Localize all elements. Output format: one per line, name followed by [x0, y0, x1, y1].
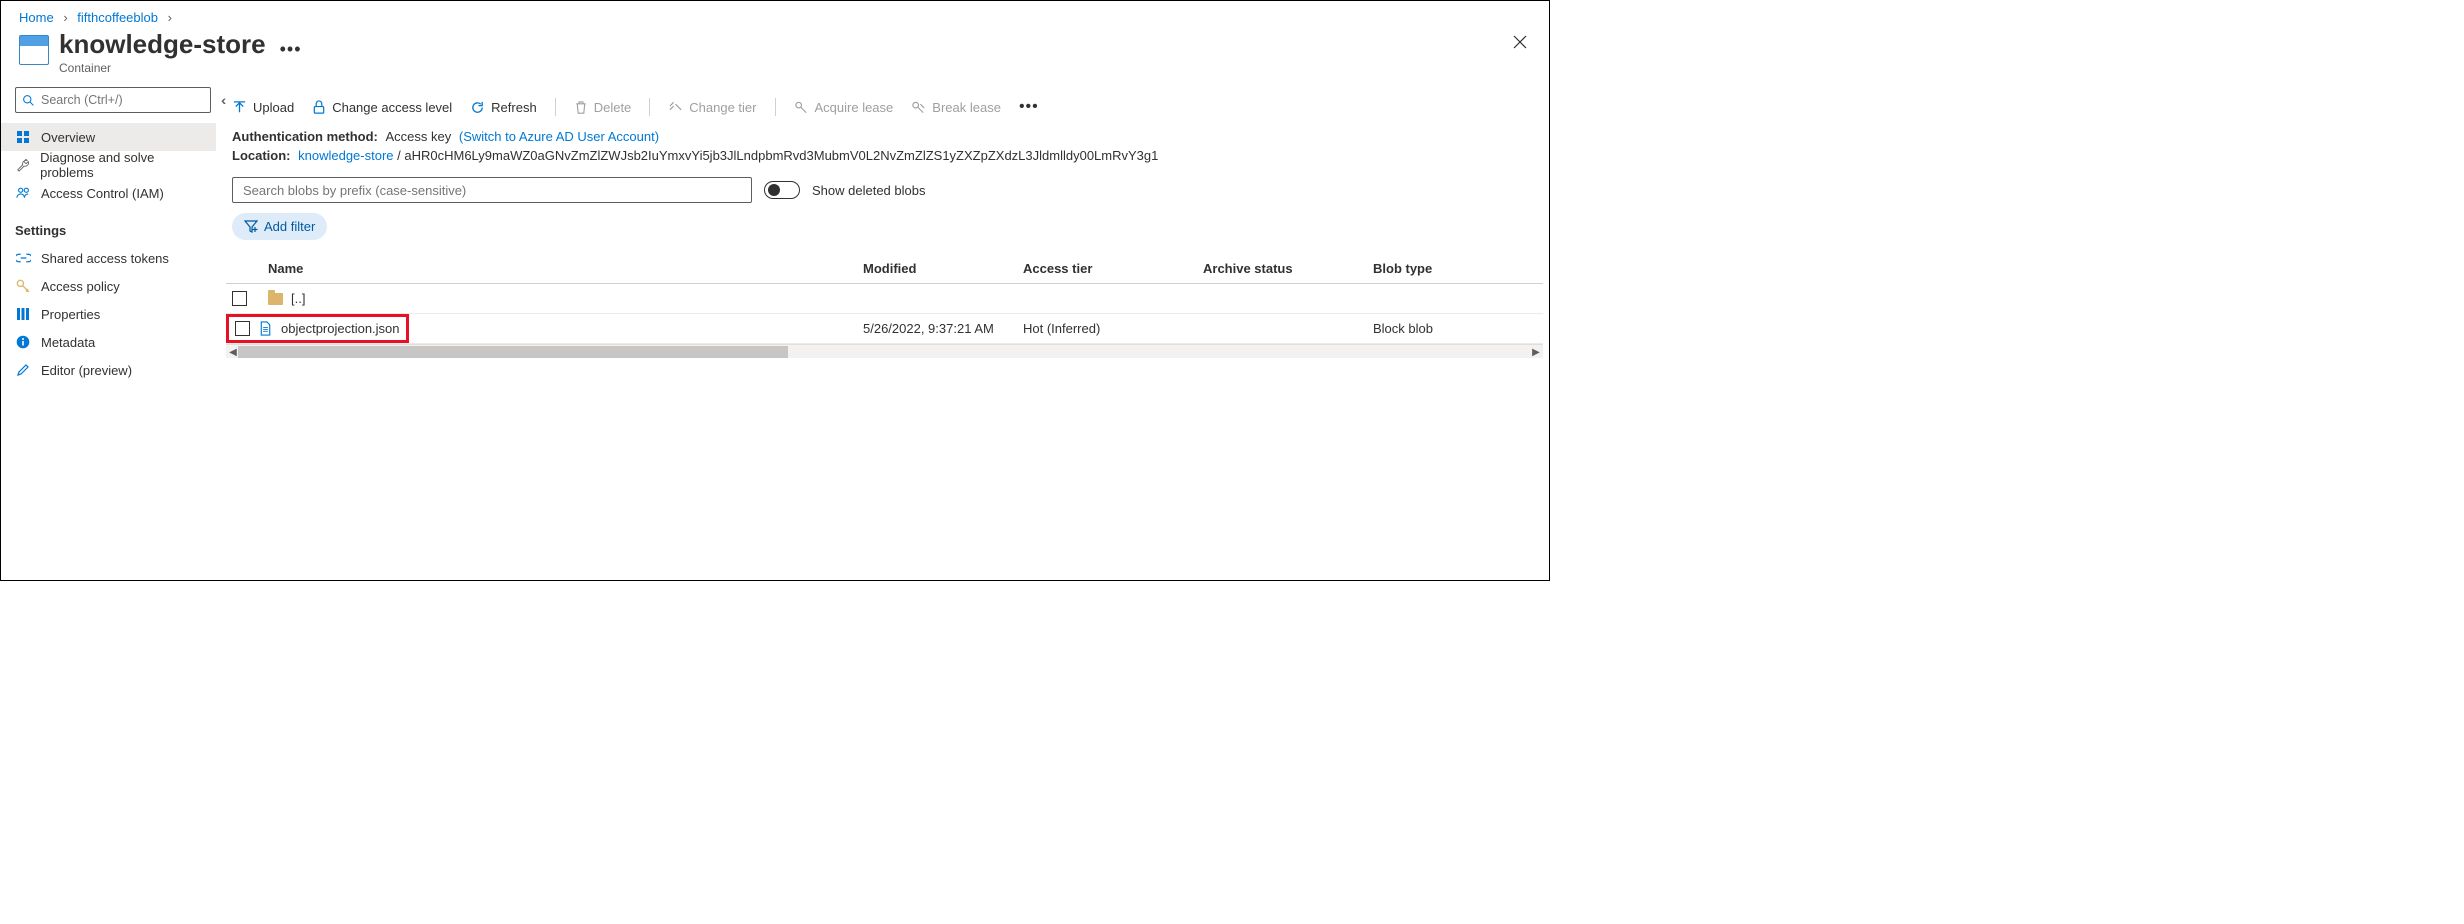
col-blob-type[interactable]: Blob type	[1373, 261, 1543, 276]
location-label: Location:	[232, 148, 291, 163]
wrench-icon	[15, 158, 30, 172]
upload-button[interactable]: Upload	[232, 100, 294, 115]
blob-prefix-search[interactable]	[232, 177, 752, 203]
col-modified[interactable]: Modified	[863, 261, 1023, 276]
sidebar-search-input[interactable]	[35, 92, 204, 108]
sidebar-heading-settings: Settings	[1, 207, 216, 244]
people-icon	[15, 186, 31, 200]
horizontal-scrollbar[interactable]: ◀ ▶	[226, 344, 1543, 358]
link-icon	[15, 252, 31, 264]
breadcrumb-sep: ›	[162, 10, 178, 25]
pencil-icon	[15, 363, 31, 377]
upload-icon	[232, 100, 247, 115]
blob-name[interactable]: objectprojection.json	[281, 321, 400, 336]
col-access-tier[interactable]: Access tier	[1023, 261, 1203, 276]
properties-icon	[15, 307, 31, 321]
sidebar-item-metadata[interactable]: Metadata	[1, 328, 216, 356]
sidebar-item-access-policy[interactable]: Access policy	[1, 272, 216, 300]
parent-dir-name[interactable]: [..]	[291, 291, 305, 306]
blob-prefix-search-input[interactable]	[241, 182, 743, 199]
sidebar-item-label: Shared access tokens	[41, 251, 169, 266]
sidebar-item-label: Diagnose and solve problems	[40, 150, 202, 180]
sidebar-item-label: Metadata	[41, 335, 95, 350]
sidebar-item-label: Access Control (IAM)	[41, 186, 164, 201]
blob-type: Block blob	[1373, 321, 1543, 336]
row-checkbox[interactable]	[232, 291, 247, 306]
separator	[555, 98, 556, 116]
sidebar-item-editor[interactable]: Editor (preview)	[1, 356, 216, 384]
sidebar-item-diagnose[interactable]: Diagnose and solve problems	[1, 151, 216, 179]
location-container[interactable]: knowledge-store	[294, 148, 393, 163]
page-subtitle: Container	[59, 61, 266, 75]
sidebar-item-label: Overview	[41, 130, 95, 145]
commandbar-more-button[interactable]: •••	[1019, 98, 1039, 116]
page-title: knowledge-store	[59, 29, 266, 60]
auth-value: Access key	[382, 129, 452, 144]
table-row[interactable]: objectprojection.json 5/26/2022, 9:37:21…	[226, 314, 1543, 344]
cmd-label: Change tier	[689, 100, 756, 115]
sidebar-search[interactable]	[15, 87, 211, 113]
folder-icon	[268, 293, 283, 305]
breadcrumb-parent[interactable]: fifthcoffeeblob	[77, 10, 158, 25]
cmd-label: Acquire lease	[815, 100, 894, 115]
scrollbar-thumb[interactable]	[238, 346, 788, 358]
trash-icon	[574, 100, 588, 115]
location-path: aHR0cHM6Ly9maWZ0aGNvZmZlZWJsb2IuYmxvYi5j…	[404, 148, 1158, 163]
breadcrumb-home[interactable]: Home	[19, 10, 54, 25]
container-icon	[19, 35, 49, 65]
key-icon	[15, 279, 31, 293]
row-checkbox[interactable]	[235, 321, 250, 336]
add-filter-button[interactable]: Add filter	[232, 213, 327, 240]
search-icon	[22, 94, 35, 107]
change-access-level-button[interactable]: Change access level	[312, 100, 452, 115]
sidebar-item-label: Editor (preview)	[41, 363, 132, 378]
refresh-button[interactable]: Refresh	[470, 100, 537, 115]
header-more-menu[interactable]: •••	[280, 39, 302, 60]
col-archive-status[interactable]: Archive status	[1203, 261, 1373, 276]
show-deleted-toggle[interactable]	[764, 181, 800, 199]
scroll-right-arrow[interactable]: ▶	[1529, 345, 1543, 359]
separator	[775, 98, 776, 116]
overview-icon	[15, 130, 31, 144]
add-filter-label: Add filter	[264, 219, 315, 234]
info-icon	[15, 335, 31, 349]
acquire-lease-button: Acquire lease	[794, 100, 894, 115]
lock-icon	[312, 100, 326, 115]
file-icon	[258, 321, 273, 336]
filter-icon	[244, 220, 258, 233]
switch-auth-link[interactable]: (Switch to Azure AD User Account)	[455, 129, 659, 144]
close-button[interactable]	[1513, 35, 1527, 49]
breadcrumb: Home › fifthcoffeeblob ›	[1, 1, 1549, 29]
cmd-label: Refresh	[491, 100, 537, 115]
tier-icon	[668, 100, 683, 114]
col-name[interactable]: Name	[268, 261, 863, 276]
change-tier-button: Change tier	[668, 100, 756, 115]
lease-icon	[794, 100, 809, 114]
refresh-icon	[470, 100, 485, 115]
cmd-label: Upload	[253, 100, 294, 115]
cmd-label: Delete	[594, 100, 632, 115]
separator	[649, 98, 650, 116]
break-lease-icon	[911, 100, 926, 114]
sidebar-item-label: Access policy	[41, 279, 120, 294]
sidebar-item-properties[interactable]: Properties	[1, 300, 216, 328]
auth-label: Authentication method:	[232, 129, 378, 144]
break-lease-button: Break lease	[911, 100, 1001, 115]
delete-button: Delete	[574, 100, 632, 115]
breadcrumb-sep: ›	[57, 10, 73, 25]
sidebar-item-shared-access-tokens[interactable]: Shared access tokens	[1, 244, 216, 272]
sidebar-item-label: Properties	[41, 307, 100, 322]
blob-tier: Hot (Inferred)	[1023, 321, 1203, 336]
cmd-label: Break lease	[932, 100, 1001, 115]
cmd-label: Change access level	[332, 100, 452, 115]
show-deleted-label: Show deleted blobs	[812, 183, 925, 198]
sidebar-item-iam[interactable]: Access Control (IAM)	[1, 179, 216, 207]
sidebar-item-overview[interactable]: Overview	[1, 123, 216, 151]
blob-modified: 5/26/2022, 9:37:21 AM	[863, 321, 1023, 336]
table-row-parent-dir[interactable]: [..]	[226, 284, 1543, 314]
